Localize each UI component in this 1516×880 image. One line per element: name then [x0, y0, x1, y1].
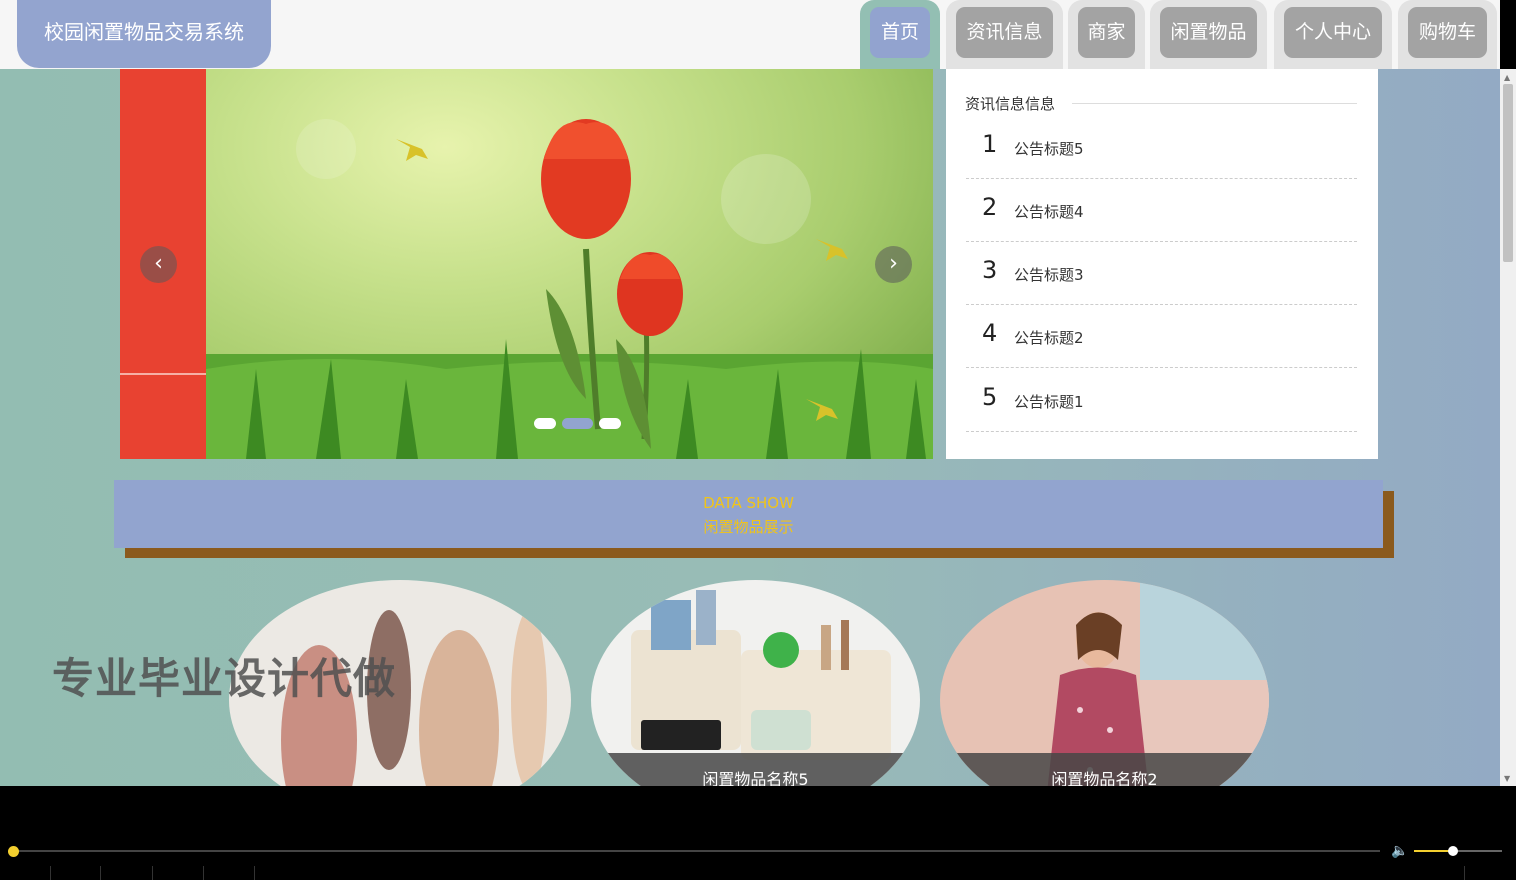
carousel-prev-button[interactable]: ‹: [140, 246, 177, 283]
news-item-number: 1: [982, 130, 998, 158]
header: 校园闲置物品交易系统 首页 资讯信息 商家 闲置物品 个人中心 购物车: [0, 0, 1500, 69]
nav-tab-label: 个人中心: [1284, 7, 1382, 58]
scrollbar-thumb[interactable]: [1503, 84, 1513, 262]
banner-image: [206, 119, 933, 459]
divider: [1072, 103, 1357, 104]
nav-tab-label: 资讯信息: [956, 7, 1053, 58]
carousel-dot[interactable]: [599, 418, 621, 429]
section-title-cn: 闲置物品展示: [703, 518, 794, 536]
site-logo[interactable]: 校园闲置物品交易系统: [17, 0, 271, 68]
chevron-right-icon: ›: [889, 251, 898, 276]
product-card[interactable]: 闲置物品名称2: [940, 580, 1269, 786]
control-divider: [254, 866, 255, 880]
news-panel-title: 资讯信息信息: [965, 95, 1056, 113]
news-item[interactable]: 4 公告标题2: [966, 305, 1357, 368]
product-name[interactable]: 闲置物品名称2: [940, 753, 1269, 786]
control-divider: [152, 866, 153, 880]
news-item[interactable]: 2 公告标题4: [966, 179, 1357, 242]
news-item-number: 5: [982, 383, 998, 411]
carousel-next-button[interactable]: ›: [875, 246, 912, 283]
scroll-down-icon[interactable]: ▼: [1504, 774, 1510, 783]
page: 校园闲置物品交易系统 首页 资讯信息 商家 闲置物品 个人中心 购物车 ‹ › …: [0, 0, 1500, 786]
control-divider: [50, 866, 51, 880]
nav-tab-home[interactable]: 首页: [860, 0, 940, 69]
news-item-title[interactable]: 公告标题2: [1014, 327, 1084, 348]
news-item-number: 4: [982, 319, 998, 347]
volume-handle[interactable]: [1448, 846, 1458, 856]
progress-track[interactable]: [14, 850, 1380, 852]
section-header: DATA SHOW 闲置物品展示: [114, 480, 1383, 548]
nav-tab-cart[interactable]: 购物车: [1398, 0, 1497, 69]
news-item-title[interactable]: 公告标题3: [1014, 264, 1084, 285]
carousel-dot-active[interactable]: [562, 418, 593, 429]
carousel-dot[interactable]: [534, 418, 556, 429]
news-item-title[interactable]: 公告标题1: [1014, 391, 1084, 412]
nav-tab-label: 购物车: [1408, 7, 1487, 58]
news-item[interactable]: 5 公告标题1: [966, 369, 1357, 432]
news-panel: 资讯信息信息 1 公告标题5 2 公告标题4 3 公告标题3 4 公告标题2 5…: [946, 69, 1378, 459]
volume-icon[interactable]: 🔈: [1391, 843, 1408, 859]
progress-handle[interactable]: [8, 846, 19, 857]
news-item-number: 3: [982, 256, 998, 284]
news-item-number: 2: [982, 193, 998, 221]
control-divider: [100, 866, 101, 880]
video-player-bar: 🔈: [0, 786, 1516, 880]
news-item-title[interactable]: 公告标题5: [1014, 138, 1084, 159]
product-card[interactable]: 闲置物品名称5: [591, 580, 920, 786]
nav-tab-label: 商家: [1078, 7, 1135, 58]
nav-tab-idle-items[interactable]: 闲置物品: [1150, 0, 1267, 69]
nav-tab-merchant[interactable]: 商家: [1068, 0, 1145, 69]
control-divider: [203, 866, 204, 880]
control-divider: [1464, 866, 1465, 880]
banner-carousel[interactable]: ‹ ›: [120, 69, 933, 459]
chevron-left-icon: ‹: [154, 251, 163, 276]
news-item-title[interactable]: 公告标题4: [1014, 201, 1084, 222]
section-title-en: DATA SHOW: [703, 494, 794, 512]
product-name[interactable]: 闲置物品名称5: [591, 753, 920, 786]
nav-tab-personal-center[interactable]: 个人中心: [1274, 0, 1392, 69]
scroll-up-icon[interactable]: ▲: [1504, 73, 1510, 82]
page-scrollbar[interactable]: ▲ ▼: [1500, 69, 1516, 786]
news-item[interactable]: 1 公告标题5: [966, 116, 1357, 179]
nav-tab-label: 闲置物品: [1160, 7, 1257, 58]
nav-tab-news[interactable]: 资讯信息: [946, 0, 1063, 69]
news-item[interactable]: 3 公告标题3: [966, 242, 1357, 305]
watermark-text: 专业毕业设计代做: [52, 654, 397, 703]
nav-tab-label: 首页: [870, 7, 930, 58]
